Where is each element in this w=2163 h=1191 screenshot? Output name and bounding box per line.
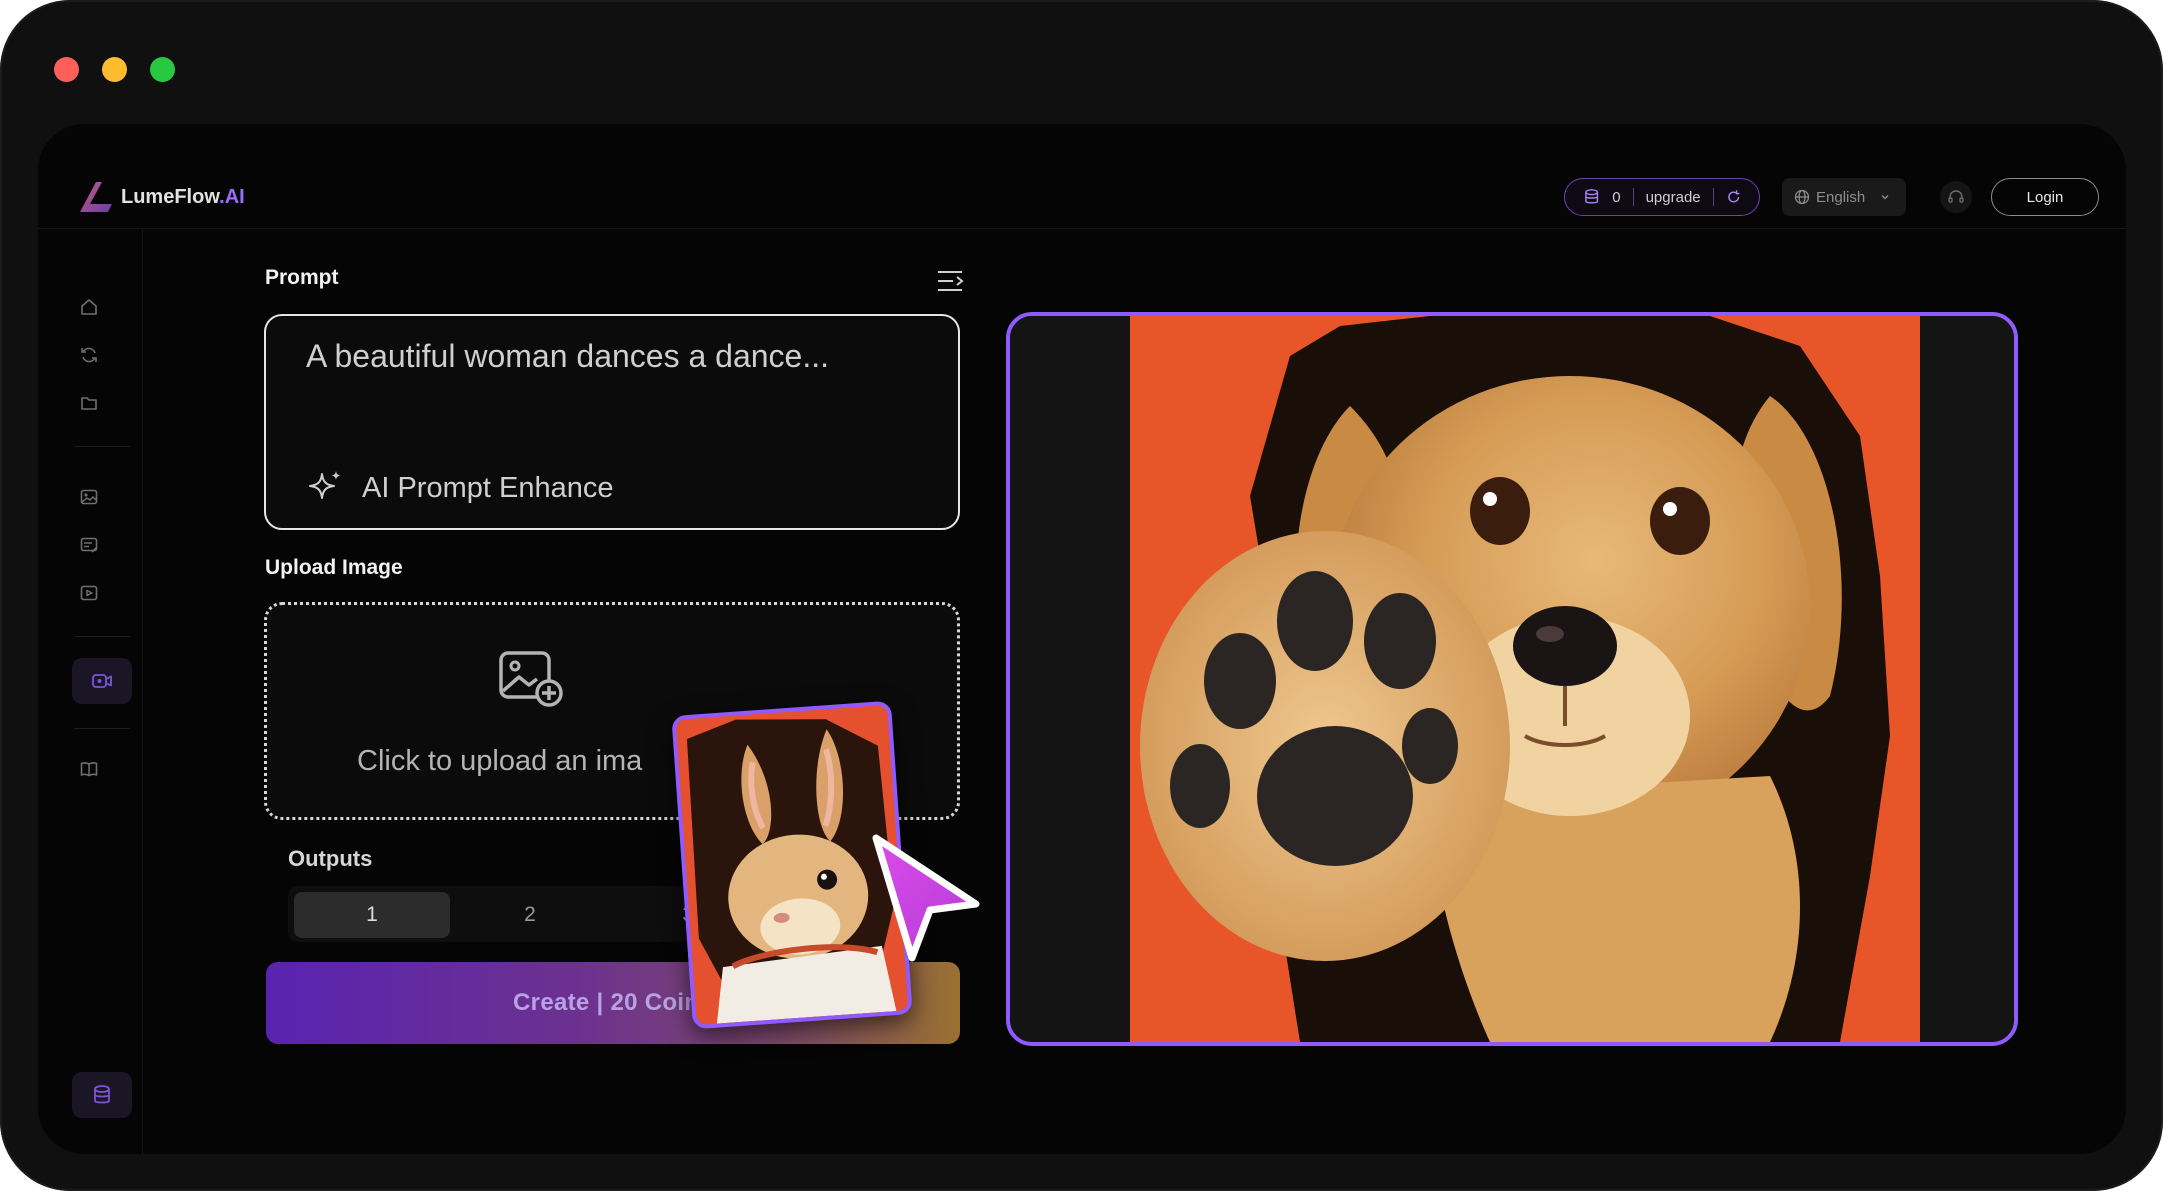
pill-separator [1632,188,1634,206]
upload-image-label: Upload Image [265,556,403,579]
upgrade-link[interactable]: upgrade [1646,189,1701,206]
top-bar: LumeFlow.AI 0 upgrade English Login [38,124,2126,229]
language-label: English [1816,188,1866,206]
ai-prompt-enhance-button[interactable]: AI Prompt Enhance [306,468,613,508]
app-screen: LumeFlow.AI 0 upgrade English Login Prom… [38,124,2126,1154]
sidebar-item-image[interactable] [70,478,108,516]
upload-placeholder: Click to upload an ima [357,745,643,777]
sidebar-divider [74,728,130,729]
enhance-label: AI Prompt Enhance [362,471,614,504]
brand-name[interactable]: LumeFlow.AI [121,186,245,209]
outputs-label: Outputs [288,846,373,871]
book-icon [80,762,98,777]
sidebar-item-book[interactable] [70,750,108,788]
headset-icon [1948,190,1964,203]
folder-icon [81,397,97,410]
image-play-icon [80,585,98,601]
minimize-window-button[interactable] [102,57,127,82]
chevron-down-icon [1881,195,1889,200]
prompt-label: Prompt [265,266,339,289]
video-preview [1006,312,2018,1046]
sidebar-item-home[interactable] [70,288,108,326]
coins-balance-pill[interactable]: 0 upgrade [1564,178,1760,216]
prompt-input[interactable]: A beautiful woman dances a dance... AI P… [264,314,960,530]
image-edit-icon [80,537,98,553]
maximize-window-button[interactable] [150,57,175,82]
video-icon [92,674,112,688]
image-icon [80,489,98,505]
sidebar-item-refresh[interactable] [70,336,108,374]
sidebar [38,228,143,1154]
prompt-text: A beautiful woman dances a dance... [306,338,830,374]
output-option-1[interactable]: 1 [294,892,450,938]
logo-icon [80,182,112,212]
pointer-cursor-icon [872,834,980,962]
coins-stack-icon [1585,189,1599,204]
output-option-2[interactable]: 2 [452,892,608,938]
support-button[interactable] [1940,181,1972,213]
sidebar-item-image-play[interactable] [70,574,108,612]
coins-count: 0 [1612,188,1621,206]
sidebar-item-image-edit[interactable] [70,526,108,564]
language-select[interactable]: English [1782,178,1906,216]
home-icon [81,299,97,315]
globe-icon [1794,189,1810,205]
prompt-options-icon[interactable] [936,268,966,294]
sidebar-divider [74,446,130,447]
sidebar-item-video-active[interactable] [72,658,132,704]
preview-image [1010,316,2014,1042]
device-frame: LumeFlow.AI 0 upgrade English Login Prom… [0,0,2163,1191]
sidebar-item-folder[interactable] [70,384,108,422]
login-button[interactable]: Login [1991,178,2099,216]
sidebar-divider [74,636,130,637]
refresh-icon[interactable] [1726,189,1741,205]
pill-separator [1712,188,1714,206]
close-window-button[interactable] [54,57,79,82]
refresh-icon [81,347,97,363]
database-icon [94,1085,110,1104]
image-add-icon [499,651,563,707]
sidebar-item-credits[interactable] [72,1072,132,1118]
sparkle-icon [309,471,341,499]
